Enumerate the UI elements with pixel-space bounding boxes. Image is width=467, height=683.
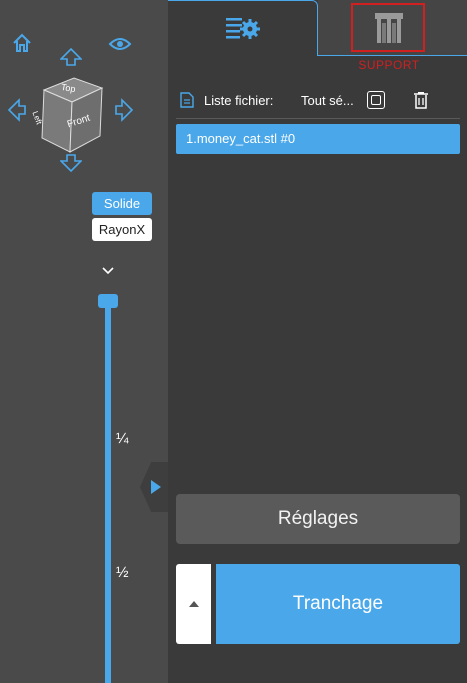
play-arrow-icon xyxy=(151,480,161,494)
arrow-right-icon[interactable] xyxy=(115,98,133,122)
slice-button[interactable]: Tranchage xyxy=(216,564,460,644)
solid-mode-button[interactable]: Solide xyxy=(92,192,152,215)
list-settings-icon xyxy=(226,18,260,39)
arrow-down-icon[interactable] xyxy=(60,154,82,172)
layer-mark-quarter: ¼ xyxy=(116,430,129,447)
home-icon[interactable] xyxy=(11,32,33,54)
expand-button[interactable] xyxy=(176,564,211,644)
eye-icon[interactable] xyxy=(108,36,132,52)
view-cube[interactable]: Top Front Left xyxy=(31,72,112,154)
arrow-left-icon[interactable] xyxy=(8,98,26,122)
divider xyxy=(176,118,460,119)
trash-icon[interactable] xyxy=(412,91,430,109)
layer-slider-track[interactable] xyxy=(105,300,111,683)
file-list-title: Liste fichier: xyxy=(204,93,274,108)
chevron-down-icon[interactable] xyxy=(101,266,115,276)
caret-up-icon xyxy=(189,601,199,607)
layer-slider-handle[interactable] xyxy=(98,294,118,308)
xray-mode-button[interactable]: RayonX xyxy=(92,218,152,241)
select-all-checkbox[interactable] xyxy=(367,91,385,109)
arrow-up-icon[interactable] xyxy=(60,48,82,66)
list-item[interactable]: 1.money_cat.stl #0 xyxy=(176,124,460,154)
tab-parameters[interactable] xyxy=(168,0,318,56)
settings-button[interactable]: Réglages xyxy=(176,494,460,544)
file-icon xyxy=(180,92,194,108)
layer-mark-half: ½ xyxy=(116,564,129,581)
support-icon xyxy=(375,13,403,43)
select-all-label[interactable]: Tout sé... xyxy=(301,93,354,108)
support-tab-highlight[interactable] xyxy=(351,3,425,52)
support-tab-label: SUPPORT xyxy=(358,58,420,72)
